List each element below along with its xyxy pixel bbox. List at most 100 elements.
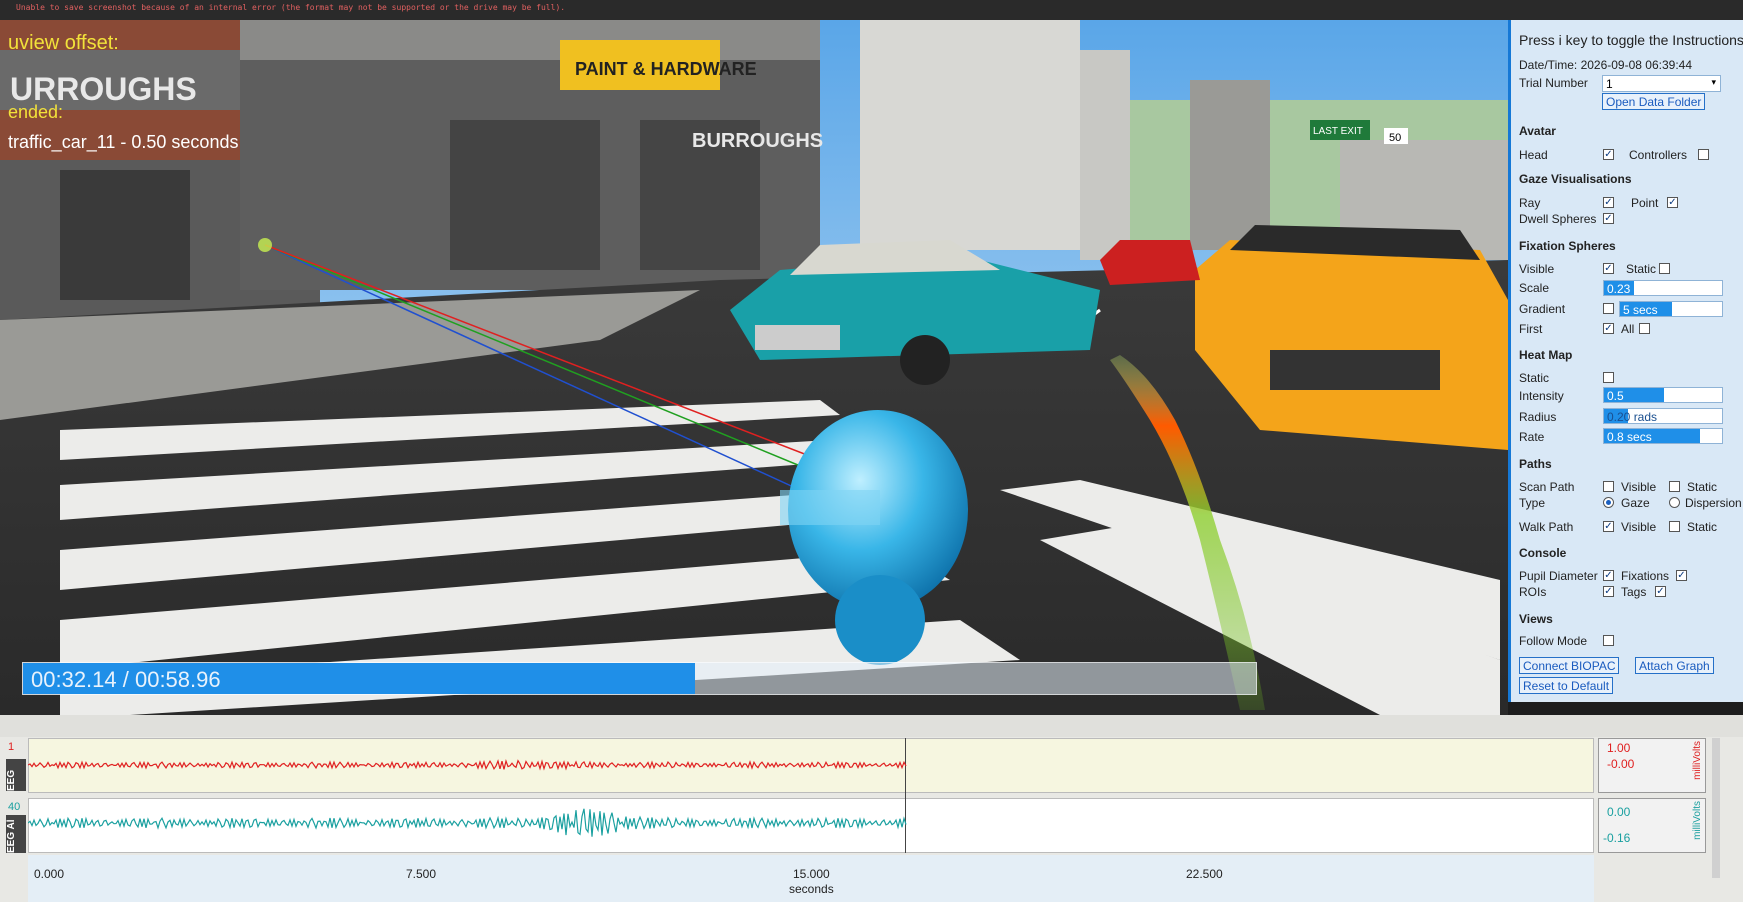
channel-2-max: 0.00 bbox=[1607, 805, 1631, 819]
gradient-checkbox[interactable] bbox=[1603, 303, 1614, 314]
first-checkbox[interactable]: ✓ bbox=[1603, 323, 1614, 334]
dwell-spheres-label: Dwell Spheres bbox=[1519, 212, 1597, 226]
gaze-radio[interactable] bbox=[1603, 497, 1614, 508]
point-checkbox[interactable]: ✓ bbox=[1667, 197, 1678, 208]
x-tick-1: 7.500 bbox=[406, 867, 437, 881]
ray-checkbox[interactable]: ✓ bbox=[1603, 197, 1614, 208]
follow-mode-label: Follow Mode bbox=[1519, 634, 1588, 648]
instructions-text: Press i key to toggle the Instructions bbox=[1519, 32, 1743, 48]
datetime-text: Date/Time: 2026-09-08 06:39:44 bbox=[1519, 58, 1692, 72]
channel-2-scale: 0.00 -0.16 milliVolts bbox=[1598, 798, 1706, 853]
scan-path-static-checkbox[interactable] bbox=[1669, 481, 1680, 492]
connect-biopac-button[interactable]: Connect BIOPAC bbox=[1519, 657, 1620, 674]
ended-label: ended: bbox=[8, 102, 64, 122]
gaze-point bbox=[258, 238, 272, 252]
radius-value: 0.20 rads bbox=[1607, 410, 1658, 424]
dispersion-radio[interactable] bbox=[1669, 497, 1680, 508]
graph-toolbar bbox=[0, 715, 1743, 737]
scan-path-visible-label: Visible bbox=[1621, 480, 1657, 494]
dwell-spheres-checkbox[interactable]: ✓ bbox=[1603, 213, 1614, 224]
channel-2-min: -0.16 bbox=[1603, 831, 1631, 845]
trial-number-value: 1 bbox=[1606, 77, 1613, 91]
playback-progress-bar[interactable]: 00:32.14 / 00:58.96 bbox=[22, 662, 1257, 695]
visible-label: Visible bbox=[1519, 262, 1555, 276]
radius-slider[interactable]: 0.20 rads bbox=[1603, 408, 1723, 424]
channel-1-label: EEG bbox=[6, 759, 26, 791]
open-data-folder-button[interactable]: Open Data Folder bbox=[1602, 93, 1706, 110]
x-tick-3: 22.500 bbox=[1186, 867, 1223, 881]
biopac-graph[interactable]: 1 EEG 40 EEG Al 1.00 -0.00 milliVolts 0.… bbox=[0, 715, 1743, 902]
settings-panel: Press i key to toggle the Instructions D… bbox=[1508, 20, 1743, 702]
all-checkbox[interactable] bbox=[1639, 323, 1650, 334]
gradient-label: Gradient bbox=[1519, 302, 1566, 316]
scale-label: Scale bbox=[1519, 281, 1550, 295]
tags-label: Tags bbox=[1621, 585, 1647, 599]
fixations-label: Fixations bbox=[1621, 569, 1670, 583]
rate-value: 0.8 secs bbox=[1607, 430, 1652, 444]
trial-number-label: Trial Number bbox=[1519, 76, 1588, 90]
gradient-slider[interactable]: 5 secs bbox=[1619, 301, 1723, 317]
scene-viewport[interactable]: PAINT & HARDWARE URROUGHS BURROUGHS LAST… bbox=[0, 20, 1508, 715]
walk-path-visible-checkbox[interactable]: ✓ bbox=[1603, 521, 1614, 532]
head-label: Head bbox=[1519, 148, 1548, 162]
avatar-section-title: Avatar bbox=[1519, 124, 1556, 138]
heatmap-static-checkbox[interactable] bbox=[1603, 372, 1614, 383]
all-label: All bbox=[1621, 322, 1635, 336]
intensity-slider[interactable]: 0.5 bbox=[1603, 387, 1723, 403]
channel-2-unit: milliVolts bbox=[1692, 801, 1703, 840]
uview-offset-label: uview offset: bbox=[8, 32, 119, 54]
follow-mode-checkbox[interactable] bbox=[1603, 635, 1614, 646]
intensity-value: 0.5 bbox=[1607, 389, 1624, 403]
dispersion-radio-label: Dispersion bbox=[1685, 496, 1742, 510]
intensity-label: Intensity bbox=[1519, 389, 1564, 403]
reset-default-button[interactable]: Reset to Default bbox=[1519, 677, 1614, 694]
playback-time: 00:32.14 / 00:58.96 bbox=[31, 667, 221, 692]
error-bar: Unable to save screenshot because of an … bbox=[0, 0, 1743, 20]
fixations-checkbox[interactable]: ✓ bbox=[1676, 570, 1687, 581]
point-label: Point bbox=[1631, 196, 1659, 210]
console-section-title: Console bbox=[1519, 546, 1567, 560]
controllers-label: Controllers bbox=[1629, 148, 1688, 162]
eeg-waveforms bbox=[28, 759, 907, 837]
fixation-visible-checkbox[interactable]: ✓ bbox=[1603, 263, 1614, 274]
pupil-diameter-checkbox[interactable]: ✓ bbox=[1603, 570, 1614, 581]
channel-2-label: EEG Al bbox=[6, 815, 26, 853]
graph-scrollbar[interactable] bbox=[1712, 738, 1720, 878]
burroughs-side-sign: BURROUGHS bbox=[692, 130, 823, 152]
scale-slider[interactable]: 0.23 bbox=[1603, 280, 1723, 296]
trial-number-select[interactable]: 1 ▾ bbox=[1602, 75, 1721, 92]
rate-label: Rate bbox=[1519, 430, 1545, 444]
error-message: Unable to save screenshot because of an … bbox=[16, 3, 566, 12]
tags-checkbox[interactable]: ✓ bbox=[1655, 586, 1666, 597]
x-tick-2: 15.000 bbox=[793, 867, 830, 881]
chevron-down-icon: ▾ bbox=[1711, 77, 1716, 87]
pupil-diameter-label: Pupil Diameter bbox=[1519, 569, 1598, 583]
channel-1-scale: 1.00 -0.00 milliVolts bbox=[1598, 738, 1706, 793]
rate-slider[interactable]: 0.8 secs bbox=[1603, 428, 1723, 444]
eeg-wave-1 bbox=[28, 759, 907, 771]
gradient-value: 5 secs bbox=[1623, 303, 1658, 317]
walk-path-static-checkbox[interactable] bbox=[1669, 521, 1680, 532]
gaze-section-title: Gaze Visualisations bbox=[1519, 172, 1632, 186]
x-axis-label: seconds bbox=[789, 882, 834, 896]
views-section-title: Views bbox=[1519, 612, 1553, 626]
attach-graph-button[interactable]: Attach Graph bbox=[1635, 657, 1714, 674]
channel-1-min: -0.00 bbox=[1607, 757, 1635, 771]
ray-label: Ray bbox=[1519, 196, 1541, 210]
walk-path-label: Walk Path bbox=[1519, 520, 1574, 534]
channel-2-number: 40 bbox=[8, 801, 21, 813]
roi-dwell-label: traffic_car_11 - 0.50 seconds bbox=[8, 132, 239, 152]
scan-path-visible-checkbox[interactable] bbox=[1603, 481, 1614, 492]
heatmap-section-title: Heat Map bbox=[1519, 348, 1573, 362]
head-checkbox[interactable]: ✓ bbox=[1603, 149, 1614, 160]
gaze-radio-label: Gaze bbox=[1621, 496, 1650, 510]
channel-1-number: 1 bbox=[8, 741, 15, 753]
radius-label: Radius bbox=[1519, 410, 1557, 424]
scan-path-label: Scan Path bbox=[1519, 480, 1575, 494]
paths-section-title: Paths bbox=[1519, 457, 1552, 471]
controllers-checkbox[interactable] bbox=[1698, 149, 1709, 160]
fixation-static-checkbox[interactable] bbox=[1659, 263, 1670, 274]
rois-checkbox[interactable]: ✓ bbox=[1603, 586, 1614, 597]
x-tick-0: 0.000 bbox=[34, 867, 65, 881]
rois-label: ROIs bbox=[1519, 585, 1547, 599]
